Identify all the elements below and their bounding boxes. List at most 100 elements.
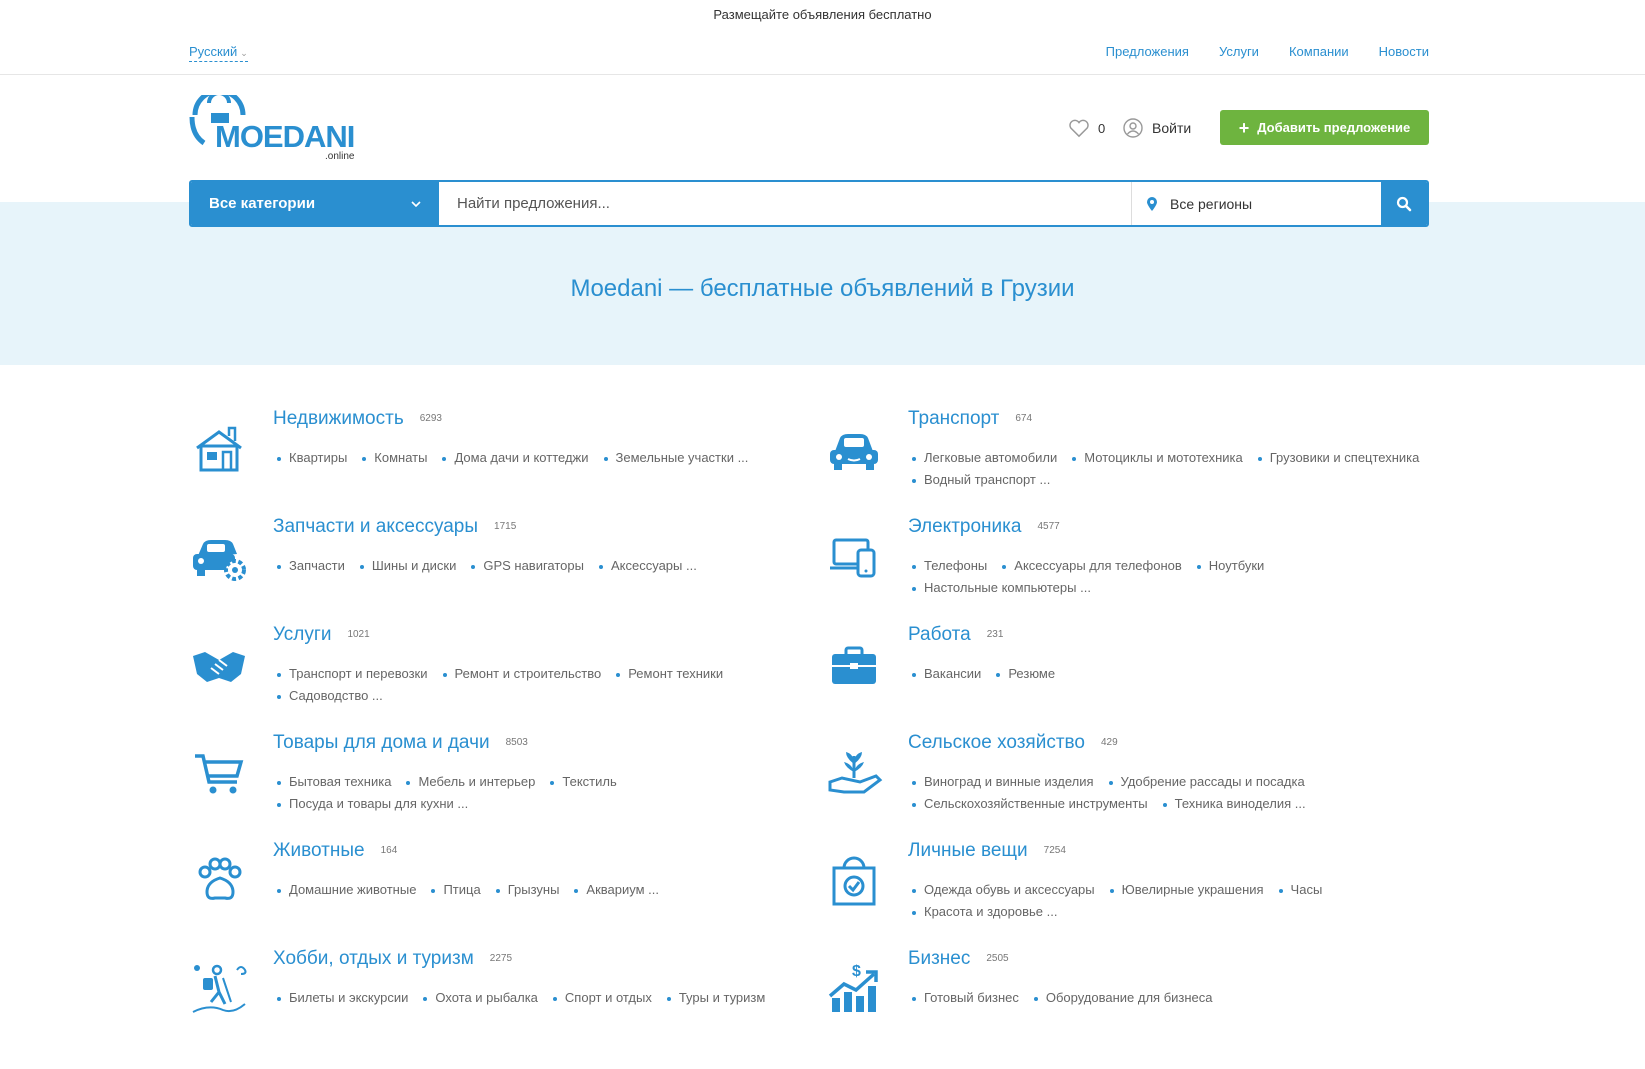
subcategory-link[interactable]: Ремонт и строительство <box>439 666 601 682</box>
subcategory-link[interactable]: Дома дачи и коттеджи <box>438 450 589 466</box>
subcategory-link[interactable]: Настольные компьютеры ... <box>908 580 1091 596</box>
add-offer-button[interactable]: + Добавить предложение <box>1220 110 1429 145</box>
subcategory-link[interactable]: Часы <box>1275 882 1322 898</box>
category-block: Услуги 1021 Транспорт и перевозки Ремонт и … <box>189 624 809 724</box>
subcategory-link[interactable]: Шины и диски <box>356 558 456 574</box>
category-title-link[interactable]: Животные 164 <box>273 840 397 862</box>
category-title-link[interactable]: Услуги 1021 <box>273 624 370 646</box>
subcategory-link[interactable]: Готовый бизнес <box>908 990 1019 1006</box>
subcategory-link[interactable]: Сельскохозяйственные инструменты <box>908 796 1148 812</box>
subcategory-link[interactable]: Ремонт техники <box>612 666 723 682</box>
search-button[interactable] <box>1381 182 1427 225</box>
subcategory-link[interactable]: Спорт и отдых <box>549 990 652 1006</box>
language-selector[interactable]: Русский ⌄ <box>189 44 248 62</box>
subcategory-link[interactable]: Земельные участки ... <box>600 450 748 466</box>
category-title-link[interactable]: Недвижимость 6293 <box>273 408 442 430</box>
region-select[interactable]: Все регионы <box>1131 182 1381 225</box>
category-title: Транспорт <box>908 408 1000 429</box>
subcategory-link[interactable]: Запчасти <box>273 558 345 574</box>
subcategory-link[interactable]: Удобрение рассады и посадка <box>1105 774 1305 790</box>
subcategory-link[interactable]: Мебель и интерьер <box>402 774 535 790</box>
subcategory-link[interactable]: Грызуны <box>492 882 559 898</box>
category-title-link[interactable]: Сельское хозяйство 429 <box>908 732 1118 754</box>
subcategory-link[interactable]: Текстиль <box>546 774 617 790</box>
chevron-down-icon <box>411 200 421 207</box>
plant-hand-icon <box>828 752 883 794</box>
subcategory-link[interactable]: GPS навигаторы <box>467 558 584 574</box>
category-count: 6293 <box>419 413 442 425</box>
subcategory-link[interactable]: Ноутбуки <box>1193 558 1264 574</box>
subcategory-link[interactable]: Бытовая техника <box>273 774 391 790</box>
subcategory-link[interactable]: Посуда и товары для кухни ... <box>273 796 468 812</box>
subcategory-link[interactable]: Аксессуары для телефонов <box>998 558 1182 574</box>
business-growth-icon: $ <box>828 963 878 1012</box>
subcategory-link[interactable]: Грузовики и спецтехника <box>1254 450 1419 466</box>
category-title-link[interactable]: Транспорт 674 <box>908 408 1032 430</box>
category-title: Запчасти и аксессуары <box>273 516 479 537</box>
nav-offers[interactable]: Предложения <box>1106 44 1189 59</box>
subcategory-link[interactable]: Красота и здоровье ... <box>908 904 1057 920</box>
subcategory-link[interactable]: Вакансии <box>908 666 981 682</box>
subcategory-list: Транспорт и перевозки Ремонт и строительс… <box>273 666 813 704</box>
category-title-link[interactable]: Работа 231 <box>908 624 1003 646</box>
category-title: Сельское хозяйство <box>908 732 1085 753</box>
category-title-link[interactable]: Электроника 4577 <box>908 516 1060 538</box>
subcategory-list: Вакансии Резюме <box>908 666 1448 682</box>
car-gear-icon <box>193 540 246 581</box>
nav-news[interactable]: Новости <box>1379 44 1429 59</box>
category-count: 164 <box>380 845 398 857</box>
subcategory-link[interactable]: Одежда обувь и аксессуары <box>908 882 1095 898</box>
subcategory-link[interactable]: Аквариум ... <box>570 882 659 898</box>
subcategory-link[interactable]: Мотоциклы и мототехника <box>1068 450 1243 466</box>
category-select[interactable]: Все категории <box>191 182 439 225</box>
nav-companies[interactable]: Компании <box>1289 44 1349 59</box>
subcategory-link[interactable]: Птица <box>427 882 481 898</box>
logo-text: MOEDANI <box>215 119 355 154</box>
logo[interactable]: MOEDANI .online <box>189 95 359 162</box>
subcategory-link[interactable]: Квартиры <box>273 450 347 466</box>
category-block: Личные вещи 7254 Одежда обувь и аксессуары… <box>824 840 1444 940</box>
login-link[interactable]: Войти <box>1123 118 1191 138</box>
subcategory-link[interactable]: Техника виноделия ... <box>1159 796 1306 812</box>
category-title: Электроника <box>908 516 1022 537</box>
briefcase-icon <box>832 646 876 684</box>
subcategory-link[interactable]: Комнаты <box>358 450 427 466</box>
favorites-link[interactable]: 0 <box>1068 118 1105 138</box>
category-title: Хобби, отдых и туризм <box>273 948 474 969</box>
subcategory-link[interactable]: Ювелирные украшения <box>1106 882 1264 898</box>
subcategory-link[interactable]: Виноград и винные изделия <box>908 774 1094 790</box>
login-label: Войти <box>1152 120 1192 136</box>
subcategory-link[interactable]: Водный транспорт ... <box>908 472 1050 488</box>
subcategory-link[interactable]: Оборудование для бизнеса <box>1030 990 1213 1006</box>
category-title-link[interactable]: Товары для дома и дачи 8503 <box>273 732 528 754</box>
search-bar: Все категории Все регионы <box>189 180 1429 227</box>
category-title-link[interactable]: Хобби, отдых и туризм 2275 <box>273 948 512 970</box>
subcategory-link[interactable]: Аксессуары ... <box>595 558 697 574</box>
category-title-link[interactable]: Запчасти и аксессуары 1715 <box>273 516 516 538</box>
subcategory-link[interactable]: Телефоны <box>908 558 987 574</box>
subcategory-link[interactable]: Садоводство ... <box>273 688 383 704</box>
car-icon <box>830 434 878 470</box>
category-count: 1021 <box>347 629 370 641</box>
search-input[interactable] <box>439 182 1131 225</box>
category-title-link[interactable]: Личные вещи 7254 <box>908 840 1066 862</box>
category-count: 8503 <box>505 737 528 749</box>
subcategory-list: Виноград и винные изделия Удобрение расса… <box>908 774 1448 812</box>
category-block: Работа 231 Вакансии Резюме <box>824 624 1444 724</box>
nav-services[interactable]: Услуги <box>1219 44 1259 59</box>
subcategory-link[interactable]: Билеты и экскурсии <box>273 990 408 1006</box>
subcategory-link[interactable]: Туры и туризм <box>663 990 765 1006</box>
category-block: Транспорт 674 Легковые автомобили Мотоциклы… <box>824 408 1444 508</box>
category-block: Сельское хозяйство 429 Виноград и винные и… <box>824 732 1444 832</box>
subcategory-link[interactable]: Резюме <box>992 666 1055 682</box>
subcategory-link[interactable]: Охота и рыбалка <box>419 990 538 1006</box>
subcategory-link[interactable]: Легковые автомобили <box>908 450 1057 466</box>
category-title: Личные вещи <box>908 840 1028 861</box>
language-label: Русский <box>189 44 238 59</box>
plus-icon: + <box>1238 117 1250 138</box>
subcategory-list: Телефоны Аксессуары для телефонов Ноутбуки… <box>908 558 1448 596</box>
subcategory-link[interactable]: Домашние животные <box>273 882 416 898</box>
subcategory-link[interactable]: Транспорт и перевозки <box>273 666 428 682</box>
category-title-link[interactable]: Бизнес 2505 <box>908 948 1009 970</box>
category-block: Запчасти и аксессуары 1715 Запчасти Шины и … <box>189 516 809 616</box>
